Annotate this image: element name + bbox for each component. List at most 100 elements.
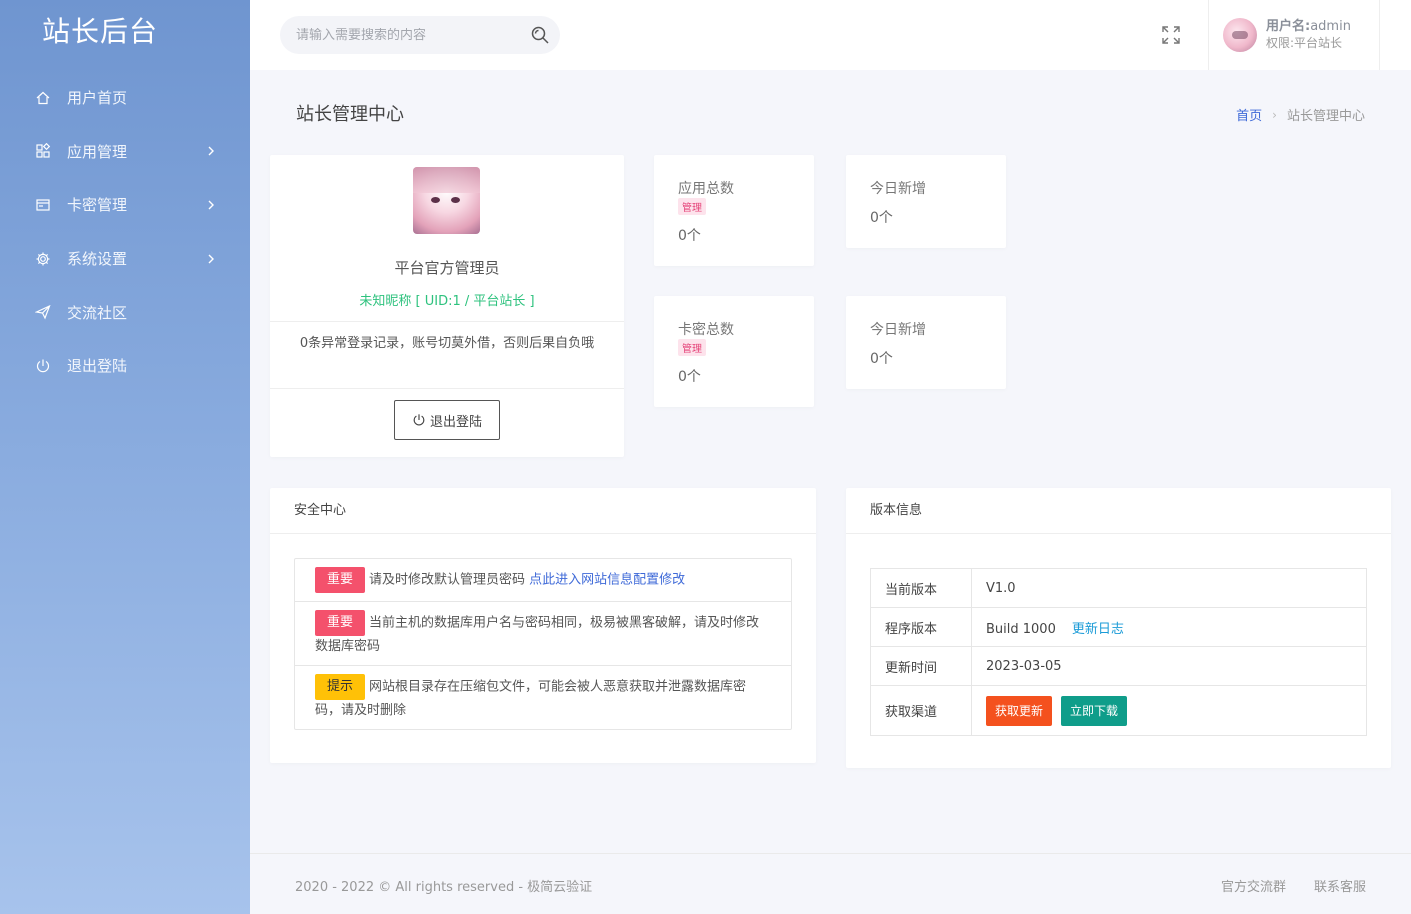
card-icon (34, 196, 52, 214)
config-link[interactable]: 点此进入网站信息配置修改 (529, 573, 685, 588)
manage-badge[interactable]: 管理 (678, 339, 706, 356)
row-key: 程序版本 (870, 607, 972, 647)
power-icon (413, 414, 425, 426)
fullscreen-icon[interactable] (1160, 24, 1182, 46)
stat-title: 今日新增 (870, 181, 926, 197)
gear-icon (34, 250, 52, 268)
breadcrumb: 首页 › 站长管理中心 (1236, 105, 1365, 125)
stat-value: 0个 (678, 228, 701, 244)
sidebar-item-home[interactable]: 用户首页 (0, 71, 250, 125)
panel-title: 安全中心 (270, 488, 816, 534)
row-key: 当前版本 (870, 568, 972, 608)
stat-value: 0个 (870, 210, 893, 226)
download-button[interactable]: 立即下载 (1061, 695, 1128, 726)
item-text: 网站根目录存在压缩包文件，可能会被人恶意获取并泄露数据库密码，请及时删除 (315, 679, 747, 719)
chevron-right-icon (208, 146, 214, 156)
sidebar-item-settings[interactable]: 系统设置 (0, 232, 250, 286)
list-item: 提示 网站根目录存在压缩包文件，可能会被人恶意获取并泄露数据库密码，请及时删除 (295, 665, 791, 729)
search-box (280, 16, 560, 54)
sidebar-item-label: 退出登陆 (67, 357, 128, 376)
chevron-right-icon: › (1272, 107, 1277, 122)
stat-cards-total: 卡密总数 管理 0个 (654, 296, 814, 407)
search-input[interactable] (296, 27, 516, 43)
footer-links: 官方交流群 联系客服 (1221, 876, 1366, 895)
footer: 2020 - 2022 © All rights reserved - 极简云验… (250, 853, 1411, 914)
table-row: 当前版本 V1.0 (870, 568, 1367, 608)
profile-uid: 未知昵称 [ UID:1 / 平台站长 ] (359, 294, 535, 309)
sidebar-item-label: 交流社区 (67, 303, 128, 322)
changelog-link[interactable]: 更新日志 (1072, 622, 1124, 637)
security-panel: 安全中心 重要 请及时修改默认管理员密码 点此进入网站信息配置修改 重要 当前主机的… (270, 488, 816, 763)
power-icon (34, 357, 52, 375)
security-list: 重要 请及时修改默认管理员密码 点此进入网站信息配置修改 重要 当前主机的数据库用户… (294, 558, 792, 730)
send-icon (34, 303, 52, 321)
stat-apps-today: 今日新增 0个 (846, 155, 1006, 248)
version-table: 当前版本 V1.0 程序版本 Build 1000 更新日志 更新时间 2023-… (870, 568, 1367, 736)
stat-title: 卡密总数 (678, 322, 734, 338)
sidebar-item-label: 应用管理 (67, 142, 128, 161)
profile-avatar (413, 167, 480, 234)
login-notice: 0条异常登录记录，账号切莫外借，否则后果自负哦 (299, 336, 595, 351)
breadcrumb-home[interactable]: 首页 (1236, 105, 1262, 124)
stat-value: 0个 (870, 351, 893, 367)
copyright: 2020 - 2022 © All rights reserved - 极简云验… (295, 880, 593, 895)
sidebar-item-label: 卡密管理 (67, 196, 128, 215)
avatar (1223, 18, 1257, 52)
get-update-button[interactable]: 获取更新 (986, 695, 1053, 726)
sidebar: 站长后台 用户首页 应用管理 卡密管理 系统设置 交流社区 退出登陆 (0, 0, 250, 914)
user-menu[interactable]: 用户名:admin 权限:平台站长 (1208, 0, 1380, 70)
search-icon[interactable] (530, 25, 550, 45)
table-row: 程序版本 Build 1000 更新日志 (870, 607, 1367, 647)
username-label: 用户名: (1266, 19, 1311, 34)
panel-title: 版本信息 (846, 488, 1391, 534)
group-link[interactable]: 官方交流群 (1221, 876, 1286, 895)
row-key: 获取渠道 (870, 685, 972, 736)
sidebar-item-label: 系统设置 (67, 250, 128, 269)
profile-card: 平台官方管理员 未知昵称 [ UID:1 / 平台站长 ] 0条异常登录记录，账… (270, 155, 624, 457)
stat-cards-today: 今日新增 0个 (846, 296, 1006, 389)
list-item: 重要 当前主机的数据库用户名与密码相同，极易被黑客破解，请及时修改数据库密码 (295, 601, 791, 665)
row-value-cell: 获取更新 立即下载 (971, 685, 1367, 736)
row-value-cell: Build 1000 更新日志 (971, 607, 1367, 647)
username: admin (1310, 19, 1351, 34)
chevron-right-icon (208, 200, 214, 210)
profile-name: 平台官方管理员 (394, 259, 500, 277)
list-item: 重要 请及时修改默认管理员密码 点此进入网站信息配置修改 (295, 559, 791, 601)
item-text: 请及时修改默认管理员密码 (369, 572, 530, 588)
logout-label: 退出登陆 (429, 414, 482, 430)
logout-button[interactable]: 退出登陆 (394, 400, 500, 440)
stat-title: 应用总数 (678, 181, 734, 197)
divider (270, 321, 624, 322)
sidebar-item-label: 用户首页 (67, 89, 128, 108)
hint-tag: 提示 (315, 674, 366, 700)
sidebar-menu: 用户首页 应用管理 卡密管理 系统设置 交流社区 退出登陆 (0, 71, 250, 393)
sidebar-item-logout[interactable]: 退出登陆 (0, 339, 250, 393)
table-row: 获取渠道 获取更新 立即下载 (870, 685, 1367, 736)
important-tag: 重要 (315, 567, 366, 593)
breadcrumb-current: 站长管理中心 (1286, 109, 1365, 124)
table-row: 更新时间 2023-03-05 (870, 646, 1367, 686)
stat-value: 0个 (678, 369, 701, 385)
page-title: 站长管理中心 (296, 104, 404, 125)
service-link[interactable]: 联系客服 (1314, 876, 1366, 895)
version-panel: 版本信息 当前版本 V1.0 程序版本 Build 1000 更新日志 更新时间 … (846, 488, 1391, 768)
row-key: 更新时间 (870, 646, 972, 686)
sidebar-item-community[interactable]: 交流社区 (0, 285, 250, 339)
topbar: 用户名:admin 权限:平台站长 (250, 0, 1411, 70)
important-tag: 重要 (315, 610, 366, 636)
row-value: 2023-03-05 (971, 646, 1367, 686)
user-info: 用户名:admin 权限:平台站长 (1266, 19, 1351, 51)
stat-apps-total: 应用总数 管理 0个 (654, 155, 814, 266)
apps-icon (34, 142, 52, 160)
manage-badge[interactable]: 管理 (678, 198, 706, 215)
home-icon (34, 89, 52, 107)
row-value: V1.0 (971, 568, 1367, 608)
item-text: 当前主机的数据库用户名与密码相同，极易被黑客破解，请及时修改数据库密码 (315, 615, 760, 655)
sidebar-item-cards[interactable]: 卡密管理 (0, 178, 250, 232)
row-value: Build 1000 (986, 621, 1056, 637)
sidebar-item-apps[interactable]: 应用管理 (0, 125, 250, 179)
brand-title: 站长后台 (42, 15, 159, 48)
stat-title: 今日新增 (870, 322, 926, 338)
divider (270, 388, 624, 389)
user-role: 权限:平台站长 (1266, 36, 1343, 50)
